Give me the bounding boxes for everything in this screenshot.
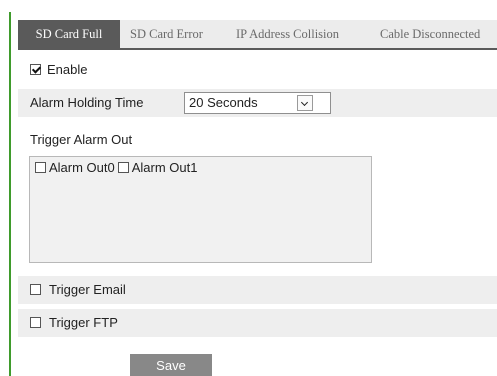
alarm-out-list: Alarm Out0 Alarm Out1 bbox=[29, 156, 372, 263]
alarm-out0-checkbox[interactable] bbox=[35, 162, 46, 173]
enable-label: Enable bbox=[47, 62, 88, 77]
trigger-alarm-out-row: Trigger Alarm Out bbox=[18, 126, 497, 154]
frame-left-edge bbox=[9, 12, 11, 376]
enable-checkbox[interactable] bbox=[30, 64, 41, 75]
tab-ip-address-collision[interactable]: IP Address Collision bbox=[236, 20, 339, 48]
trigger-email-checkbox[interactable] bbox=[30, 284, 41, 295]
save-button[interactable]: Save bbox=[130, 354, 212, 376]
alarm-out1-label: Alarm Out1 bbox=[131, 160, 198, 175]
alarm-out1-checkbox[interactable] bbox=[117, 162, 129, 173]
trigger-ftp-label: Trigger FTP bbox=[49, 315, 118, 330]
alarm-out-item[interactable]: Alarm Out1 bbox=[117, 160, 198, 176]
alarm-holding-time-label: Alarm Holding Time bbox=[30, 95, 144, 110]
tab-cable-disconnected[interactable]: Cable Disconnected bbox=[380, 20, 480, 48]
tab-sd-card-full[interactable]: SD Card Full bbox=[18, 20, 120, 48]
enable-row: Enable bbox=[18, 56, 497, 84]
tab-sd-card-error[interactable]: SD Card Error bbox=[130, 20, 203, 48]
alarm-holding-time-row: Alarm Holding Time 20 Seconds bbox=[18, 89, 497, 117]
alarm-holding-time-value: 20 Seconds bbox=[189, 95, 258, 110]
trigger-email-row: Trigger Email bbox=[18, 276, 497, 304]
alarm-tab-bar: SD Card Full SD Card Error IP Address Co… bbox=[18, 20, 497, 50]
alarm-out-item[interactable]: Alarm Out0 bbox=[35, 160, 115, 176]
trigger-ftp-row: Trigger FTP bbox=[18, 309, 497, 337]
trigger-ftp-checkbox[interactable] bbox=[30, 317, 41, 328]
alarm-out0-label: Alarm Out0 bbox=[49, 160, 115, 175]
trigger-alarm-out-label: Trigger Alarm Out bbox=[30, 132, 133, 147]
chevron-down-icon[interactable] bbox=[297, 95, 313, 111]
trigger-email-label: Trigger Email bbox=[49, 282, 126, 297]
alarm-holding-time-select[interactable]: 20 Seconds bbox=[184, 92, 331, 114]
